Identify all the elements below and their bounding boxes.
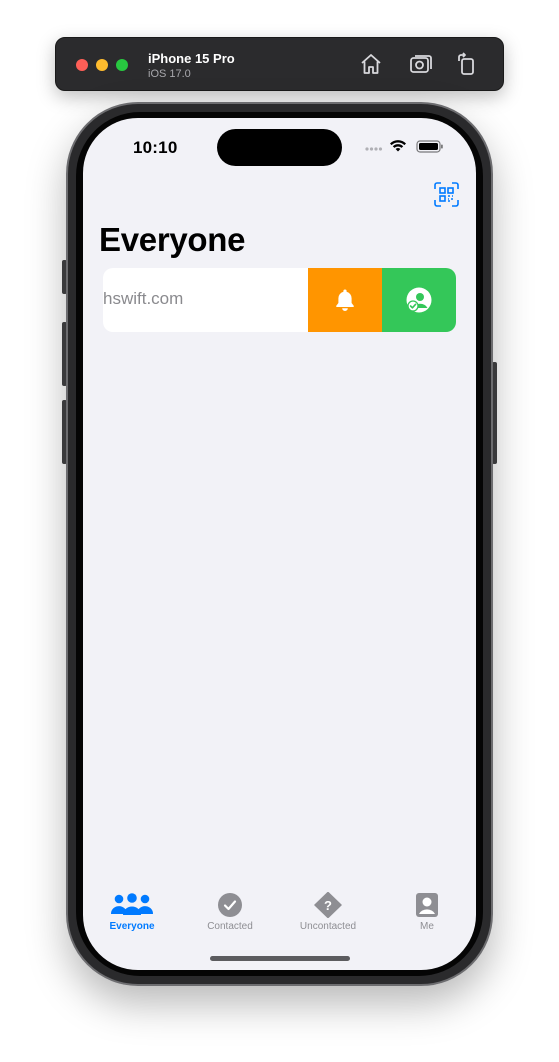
device-os-version: iOS 17.0 [148,68,191,80]
zoom-window-button[interactable] [116,59,128,71]
tab-contacted-label: Contacted [207,921,253,932]
home-icon[interactable] [358,51,384,77]
person-square-icon [416,893,438,917]
person-checkmark-icon [406,287,432,313]
minimize-window-button[interactable] [96,59,108,71]
tab-contacted[interactable]: Contacted [181,892,279,942]
status-time: 10:10 [133,138,178,157]
close-window-button[interactable] [76,59,88,71]
app-screen: 10:10 Everyone hswift.com Everyone Conta… [83,118,476,970]
tab-everyone[interactable]: Everyone [83,892,181,942]
tab-uncontacted-label: Uncontacted [299,921,357,932]
list-item[interactable]: hswift.com [103,268,456,332]
dynamic-island [217,129,342,166]
wifi-icon [390,140,406,152]
screenshot-icon[interactable] [408,51,434,77]
rotate-icon[interactable] [454,51,480,77]
remind-me-button[interactable] [308,268,382,332]
questionmark-diamond-icon: ? [314,892,342,918]
page-title: Everyone [99,221,246,258]
tab-me[interactable]: Me [378,892,476,942]
checkmark-circle-icon [218,893,242,917]
list-item-text: hswift.com [103,289,184,308]
tab-uncontacted[interactable]: ? Uncontacted [279,892,377,942]
signal-dots-icon [365,147,383,151]
bell-icon [336,289,354,311]
mark-contacted-button[interactable] [382,268,456,332]
people-icon [110,893,154,915]
status-indicators [365,138,445,156]
svg-text:?: ? [324,898,332,913]
tab-me-label: Me [420,921,434,932]
simulator-toolbar: iPhone 15 Pro iOS 17.0 [55,37,504,91]
device-name: iPhone 15 Pro [148,51,235,66]
home-indicator[interactable] [210,956,350,961]
tab-everyone-label: Everyone [109,921,155,932]
battery-icon [416,140,443,153]
qr-code-scan-icon[interactable] [434,182,459,207]
